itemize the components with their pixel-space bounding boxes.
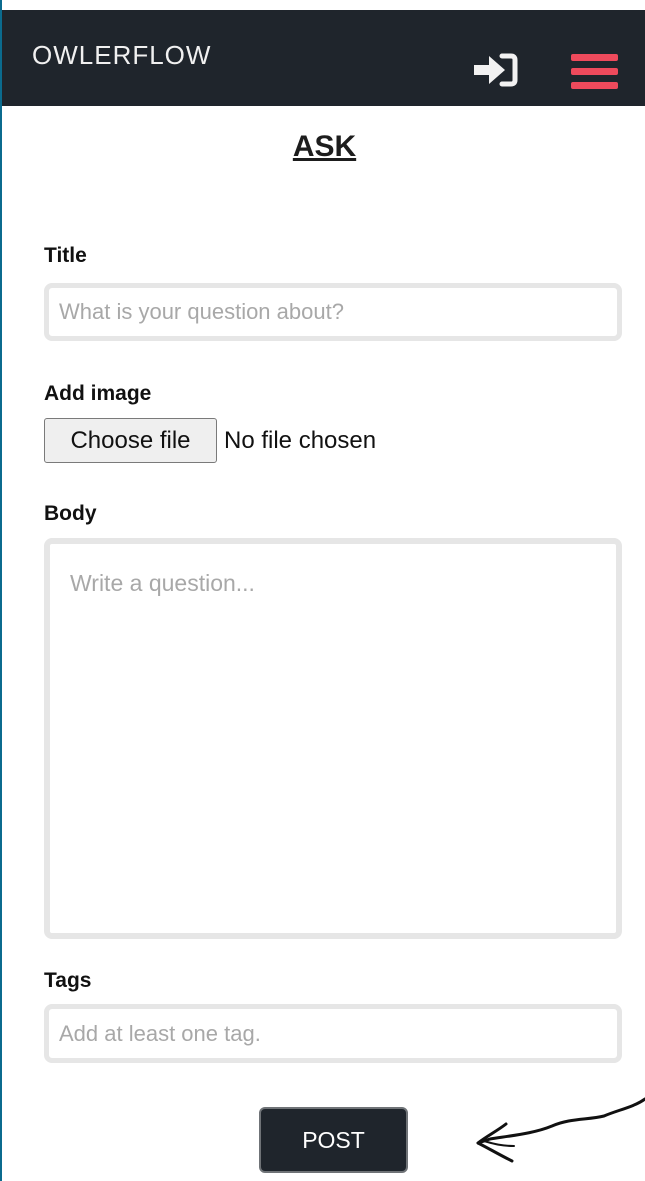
file-picker: Choose file No file chosen [44, 418, 376, 463]
body-label: Body [44, 502, 97, 525]
hand-drawn-arrow-annotation [476, 1097, 645, 1163]
tags-input[interactable] [44, 1004, 622, 1063]
ask-page: OWLERFLOW ASK Title Add image Choose fil… [0, 0, 645, 1181]
top-navigation-bar: OWLERFLOW [2, 10, 645, 106]
body-textarea[interactable] [44, 538, 622, 939]
file-status-text: No file chosen [224, 426, 377, 454]
hamburger-menu-icon[interactable] [571, 54, 618, 90]
tags-label: Tags [44, 969, 92, 992]
title-input[interactable] [44, 283, 622, 341]
sign-in-icon[interactable] [472, 51, 518, 89]
post-button[interactable]: POST [259, 1107, 408, 1173]
brand-logo-text[interactable]: OWLERFLOW [32, 40, 211, 70]
add-image-label: Add image [44, 382, 152, 405]
title-label: Title [44, 244, 87, 267]
choose-file-button[interactable]: Choose file [44, 418, 217, 463]
page-title: ASK [292, 130, 357, 163]
